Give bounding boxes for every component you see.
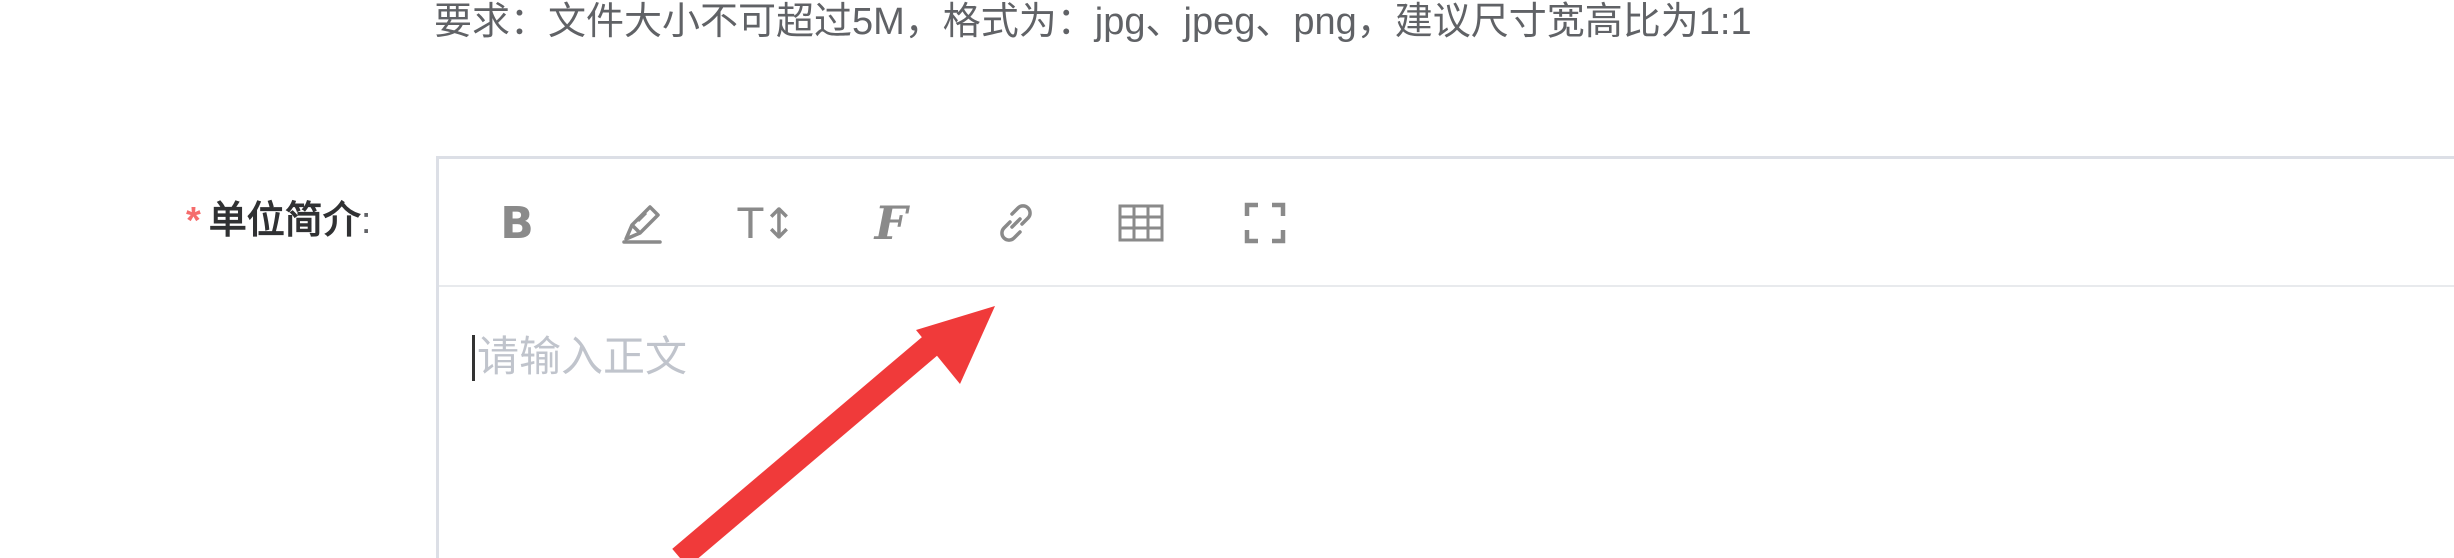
brush-button[interactable] — [608, 189, 676, 257]
link-icon — [1000, 204, 1032, 242]
insert-link-button[interactable] — [982, 189, 1050, 257]
page: 要求：文件大小不可超过5M，格式为：jpg、jpeg、png，建议尺寸宽高比为1… — [0, 0, 2454, 558]
text-size-button[interactable]: T↕ — [732, 189, 800, 257]
field-label-colon: : — [360, 200, 372, 242]
editor-placeholder: 请输入正文 — [477, 333, 688, 380]
fullscreen-button[interactable] — [1231, 189, 1299, 257]
field-label-text: 单位简介 — [208, 200, 361, 242]
editor-content-area[interactable]: 请输入正文 — [439, 287, 2454, 558]
font-icon: F — [874, 196, 908, 250]
editor-toolbar: B T↕ F — [439, 159, 2454, 287]
bold-button[interactable]: B — [483, 189, 551, 257]
table-icon — [1118, 204, 1164, 242]
font-family-button[interactable]: F — [857, 189, 925, 257]
rich-text-editor: B T↕ F 请输入正文 — [436, 156, 2454, 558]
bold-icon: B — [500, 197, 534, 249]
required-mark: * — [186, 200, 201, 242]
upload-requirements-text: 要求：文件大小不可超过5M，格式为：jpg、jpeg、png，建议尺寸宽高比为1… — [434, 1, 1752, 43]
brush-icon — [622, 205, 662, 244]
field-label-unit-intro: * 单位简介: — [186, 196, 371, 246]
insert-table-button[interactable] — [1107, 189, 1175, 257]
fullscreen-icon — [1244, 202, 1286, 244]
text-caret — [472, 335, 475, 381]
text-size-icon: T↕ — [737, 198, 797, 248]
